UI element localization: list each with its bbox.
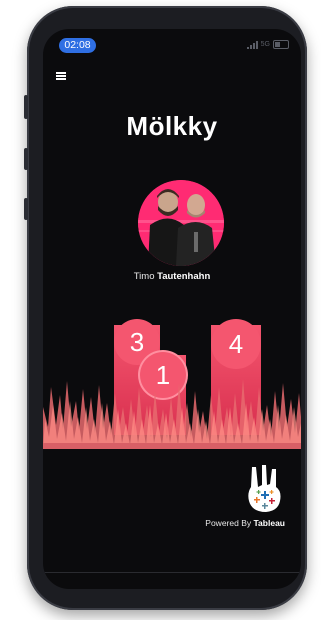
player-avatar[interactable] (138, 180, 224, 266)
hamburger-menu-icon[interactable] (56, 72, 66, 80)
phone-side-button-middle (24, 148, 28, 170)
status-indicators: 5G (246, 40, 289, 49)
powered-brand: Tableau (253, 518, 286, 528)
status-time: 02:08 (59, 38, 96, 53)
rock-hand-tableau-logo-icon[interactable] (242, 457, 288, 515)
pin-3-number: 3 (129, 326, 145, 357)
player-first-name: Timo (133, 271, 155, 282)
page-title: Mölkky (126, 111, 218, 141)
phone-side-button-upper (24, 95, 28, 119)
grass-illustration (43, 379, 301, 449)
player-name: Timo Tautenhahn (43, 271, 301, 282)
molkky-game-visual: 3 1 4 (43, 307, 301, 449)
app-screen: 02:08 5G Mölkky Timo Tautenhahn 3 1 4 Po… (43, 29, 301, 589)
powered-by-label: Powered By Tableau (205, 518, 285, 528)
bottom-divider (43, 572, 301, 573)
signal-icon (246, 40, 258, 49)
pin-4-number: 4 (228, 328, 244, 359)
carrier-label: 5G (260, 41, 270, 48)
phone-side-button-lower (24, 198, 28, 220)
battery-icon (273, 40, 289, 49)
player-last-name: Tautenhahn (157, 271, 211, 282)
player-photo-icon (138, 180, 224, 266)
powered-prefix: Powered By (205, 518, 252, 528)
